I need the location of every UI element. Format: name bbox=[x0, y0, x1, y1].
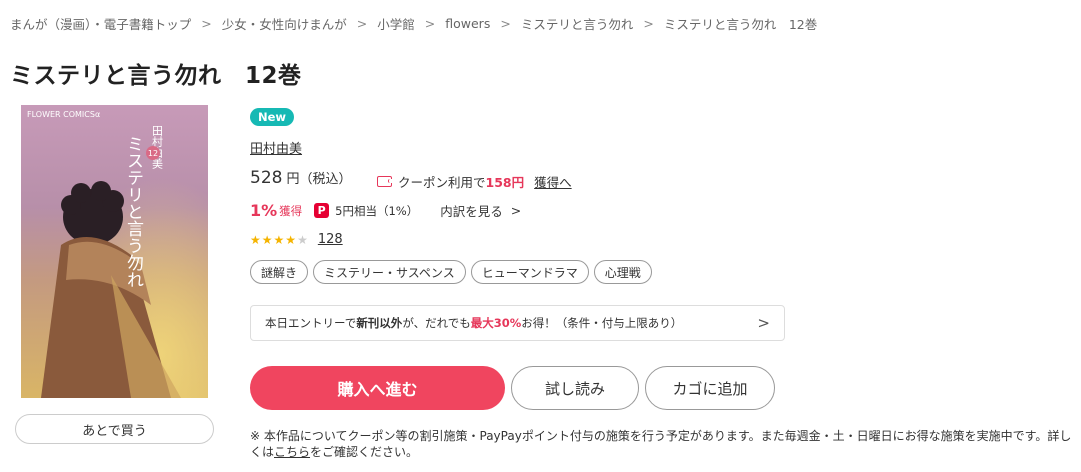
star-icon: ★ bbox=[285, 232, 297, 247]
chevron-right-icon: > bbox=[757, 314, 770, 332]
paypay-icon: P bbox=[314, 203, 330, 218]
review-count-link[interactable]: 128 bbox=[318, 232, 343, 247]
breadcrumb-item-label[interactable]: flowers bbox=[445, 16, 490, 31]
trial-read-button[interactable]: 試し読み bbox=[511, 366, 639, 410]
price: 528 円（税込） bbox=[250, 168, 351, 188]
breadcrumb-separator: > bbox=[201, 16, 212, 31]
breadcrumb-item-current: ミステリと言う勿れ 12巻 bbox=[663, 17, 818, 32]
breadcrumb-separator: > bbox=[500, 16, 511, 31]
genre-tags: 謎解き ミステリー・サスペンス ヒューマンドラマ 心理戦 bbox=[250, 260, 652, 284]
author-link[interactable]: 田村由美 bbox=[250, 138, 302, 157]
points-info: 1% 獲得 P 5円相当（1%） 内訳を見る > bbox=[250, 201, 521, 220]
star-icon: ★ bbox=[261, 232, 273, 247]
breadcrumb-separator: > bbox=[424, 16, 436, 31]
rating: ★ ★ ★ ★ ★ 128 bbox=[250, 232, 343, 247]
chevron-right-icon: > bbox=[510, 203, 522, 218]
breadcrumb-item-series[interactable]: ミステリと言う勿れ bbox=[521, 14, 634, 33]
breadcrumb-separator: > bbox=[356, 16, 368, 31]
coupon-ticket-icon bbox=[377, 176, 392, 187]
points-percent: 1% bbox=[250, 201, 278, 220]
coupon-text: クーポン利用で158円 bbox=[398, 172, 524, 191]
tag-mystery-suspense[interactable]: ミステリー・サスペンス bbox=[313, 260, 466, 284]
breadcrumb-separator: > bbox=[643, 16, 654, 31]
star-icon: ★ bbox=[250, 232, 261, 247]
points-detail-label: 内訳を見る bbox=[440, 204, 503, 219]
breadcrumb: まんが（漫画）・電子書籍トップ > 少女・女性向けまんが > 小学館 > flo… bbox=[10, 14, 817, 33]
cover-artwork: FLOWER COMICSα ミステリと言う勿れ 田村由美 12 bbox=[21, 105, 208, 398]
coupon-info: クーポン利用で158円 獲得へ bbox=[377, 172, 572, 191]
note-link[interactable]: こちら bbox=[274, 445, 310, 459]
new-badge: New bbox=[250, 108, 295, 126]
points-equivalent: 5円相当（1%） bbox=[335, 203, 419, 218]
coupon-label: クーポン利用で bbox=[398, 175, 486, 190]
tag-nazotoki[interactable]: 謎解き bbox=[250, 260, 309, 284]
tag-psychological[interactable]: 心理戦 bbox=[593, 260, 652, 284]
campaign-note: ※ 本作品についてクーポン等の割引施策・PayPayポイント付与の施策を行う予定… bbox=[250, 428, 1076, 460]
star-icon: ★ bbox=[273, 232, 285, 247]
campaign-highlight: 最大30% bbox=[470, 316, 522, 330]
cover-volume: 12 bbox=[148, 149, 158, 158]
tag-human-drama[interactable]: ヒューマンドラマ bbox=[470, 260, 589, 284]
add-to-cart-button[interactable]: カゴに追加 bbox=[645, 366, 775, 410]
breadcrumb-item-top[interactable]: まんが（漫画）・電子書籍トップ bbox=[10, 14, 191, 33]
breadcrumb-item-shoujo[interactable]: 少女・女性向けまんが bbox=[222, 14, 347, 33]
page-title: ミステリと言う勿れ 12巻 bbox=[10, 63, 302, 89]
price-value: 528 bbox=[250, 168, 283, 188]
campaign-bold: 新刊以外 bbox=[356, 316, 403, 330]
cover-title: ミステリと言う勿れ bbox=[123, 135, 144, 288]
campaign-text: 本日エントリーで新刊以外が、だれでも最大30%お得！（条件・付与上限あり） bbox=[265, 315, 682, 331]
rating-stars: ★ ★ ★ ★ ★ bbox=[250, 233, 308, 247]
buy-button[interactable]: 購入へ進む bbox=[250, 366, 505, 410]
points-detail-link[interactable]: 内訳を見る > bbox=[440, 201, 521, 220]
campaign-mid: が、だれでも bbox=[402, 316, 471, 330]
breadcrumb-item-publisher[interactable]: 小学館 bbox=[377, 14, 415, 33]
note-text-end: をご確認ください。 bbox=[310, 445, 419, 459]
points-earn-label: 獲得 bbox=[279, 203, 303, 218]
coupon-amount: 158円 bbox=[485, 175, 525, 190]
campaign-pre: 本日エントリーで bbox=[265, 316, 357, 330]
campaign-post: お得！（条件・付与上限あり） bbox=[521, 316, 683, 330]
cover-label: FLOWER COMICSα bbox=[27, 110, 100, 119]
campaign-banner[interactable]: 本日エントリーで新刊以外が、だれでも最大30%お得！（条件・付与上限あり） > bbox=[250, 305, 785, 341]
coupon-get-link[interactable]: 獲得へ bbox=[534, 172, 572, 191]
book-cover-image[interactable]: FLOWER COMICSα ミステリと言う勿れ 田村由美 12 bbox=[21, 105, 208, 398]
star-half-icon: ★ bbox=[297, 232, 308, 247]
price-unit: 円（税込） bbox=[286, 172, 352, 187]
buy-later-button[interactable]: あとで買う bbox=[15, 414, 214, 444]
